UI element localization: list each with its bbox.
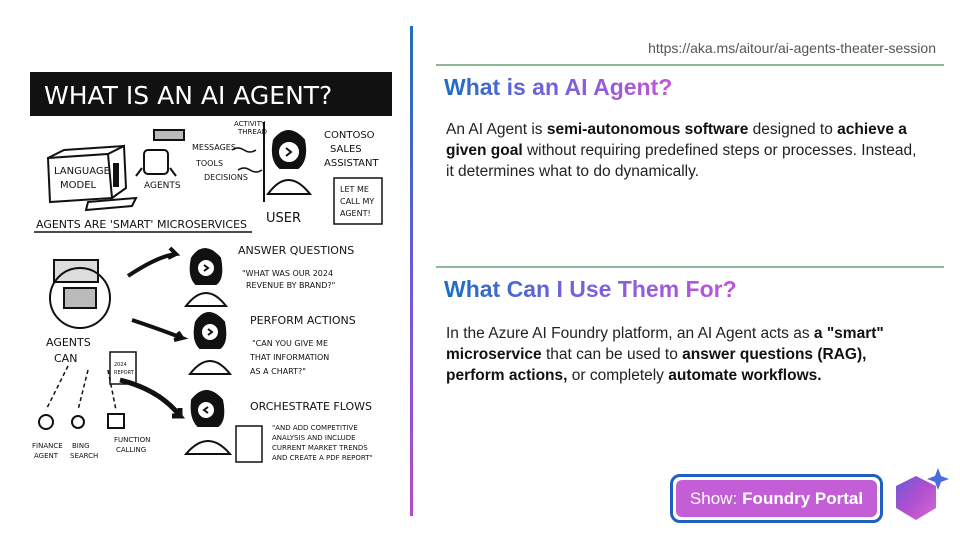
section1-body: An AI Agent is semi-autonomous software … <box>446 121 917 180</box>
section2-heading: What Can I Use Them For? <box>444 276 737 302</box>
section2-body: In the Azure AI Foundry platform, an AI … <box>446 325 884 384</box>
show-button-label: Foundry Portal <box>742 488 864 508</box>
orchestrate-quote-4: AND CREATE A PDF REPORT" <box>272 454 373 462</box>
perform-quote-3: AS A CHART?" <box>250 367 306 376</box>
svg-text:CAN: CAN <box>54 352 77 365</box>
svg-text:THREAD: THREAD <box>237 128 267 136</box>
svg-text:AGENT: AGENT <box>34 452 59 460</box>
perform-actions-label: PERFORM ACTIONS <box>250 314 356 327</box>
svg-text:CALLING: CALLING <box>116 446 146 454</box>
bing-search-icon <box>71 415 85 429</box>
perform-quote-1: "CAN YOU GIVE ME <box>252 339 328 348</box>
show-foundry-portal-button[interactable]: Show: Foundry Portal <box>670 474 883 523</box>
microservices-label: AGENTS ARE 'SMART' MICROSERVICES <box>36 218 247 231</box>
assistant-person-icon <box>263 122 313 202</box>
sketchnote-drawing: WHAT IS AN AI AGENT? LANGUAGE MODEL AGEN… <box>30 72 392 463</box>
vertical-divider <box>410 26 413 516</box>
arrow-perform <box>131 318 189 342</box>
arrow-answer <box>126 246 181 278</box>
bing-search-label: BING <box>72 442 90 450</box>
svg-text:CALL MY: CALL MY <box>340 197 374 206</box>
orchestrate-quote-2: ANALYSIS AND INCLUDE <box>272 434 356 442</box>
orchestrate-quote-1: "AND ADD COMPETITIVE <box>272 424 358 432</box>
arrow-orchestrate <box>119 377 186 419</box>
language-model-icon <box>46 144 138 212</box>
person-answer-icon <box>183 248 229 307</box>
person-orchestrate-icon <box>183 390 233 455</box>
answer-quote-1: "WHAT WAS OUR 2024 <box>242 269 333 278</box>
user-label: USER <box>266 211 301 226</box>
divider-middle <box>436 266 944 268</box>
activity-thread-label: ACTIVITY <box>234 120 266 128</box>
divider-top <box>436 64 944 66</box>
svg-text:2024: 2024 <box>114 362 127 368</box>
report-doc-icon <box>235 425 263 463</box>
finance-agent-icon <box>38 414 54 430</box>
agents-can-label: AGENTS <box>46 336 91 349</box>
foundry-logo-icon <box>896 468 949 520</box>
answer-quote-2: REVENUE BY BRAND?" <box>246 281 335 290</box>
orchestrate-quote-3: CURRENT MARKET TRENDS <box>272 444 368 452</box>
contoso-label: CONTOSO <box>324 130 375 141</box>
agent-sketchnote: WHAT IS AN AI AGENT? LANGUAGE MODEL AGEN… <box>28 70 400 470</box>
show-button-inner: Show: Foundry Portal <box>676 480 877 517</box>
perform-quote-2: THAT INFORMATION <box>249 353 329 362</box>
agent-bot-icon <box>49 259 111 329</box>
orchestrate-label: ORCHESTRATE FLOWS <box>250 400 372 413</box>
svg-text:MODEL: MODEL <box>60 180 97 191</box>
answer-questions-label: ANSWER QUESTIONS <box>238 244 354 257</box>
person-perform-icon <box>187 312 233 375</box>
svg-text:AGENT!: AGENT! <box>340 209 371 218</box>
svg-text:REPORT: REPORT <box>114 370 135 376</box>
messages-label: MESSAGES <box>192 143 236 152</box>
svg-text:SALES: SALES <box>330 144 362 155</box>
agents-icon <box>135 129 185 177</box>
function-calling-label: FUNCTION <box>114 436 150 444</box>
sketch-title: WHAT IS AN AI AGENT? <box>44 81 332 110</box>
show-button-prefix: Show: <box>689 488 738 508</box>
decisions-label: DECISIONS <box>204 173 248 182</box>
session-url[interactable]: https://aka.ms/aitour/ai-agents-theater-… <box>648 40 936 56</box>
finance-agent-label: FINANCE <box>32 442 63 450</box>
agents-label: AGENTS <box>144 181 181 191</box>
section1-heading: What is an AI Agent? <box>444 74 673 100</box>
svg-text:ASSISTANT: ASSISTANT <box>324 158 379 169</box>
svg-text:SEARCH: SEARCH <box>70 452 98 460</box>
language-model-label: LANGUAGE <box>54 166 110 177</box>
tools-label: TOOLS <box>195 159 223 168</box>
function-calling-icon <box>107 413 125 429</box>
svg-text:LET ME: LET ME <box>340 185 369 194</box>
